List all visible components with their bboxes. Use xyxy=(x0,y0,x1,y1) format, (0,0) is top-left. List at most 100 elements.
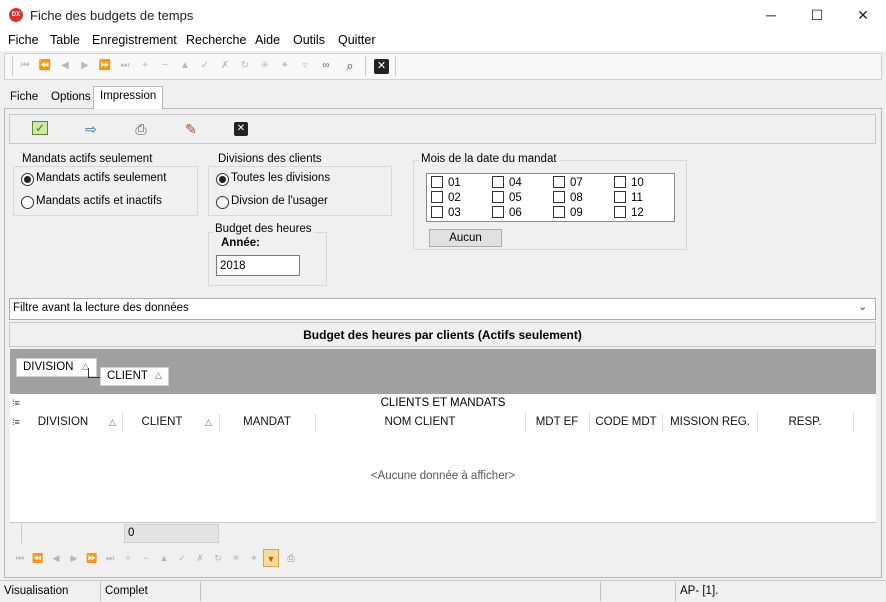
export-icon[interactable]: ⇨ xyxy=(82,120,100,138)
cancel-icon[interactable]: ✗ xyxy=(192,549,208,567)
sort-asc-icon: △ xyxy=(155,370,162,380)
menu-enregistrement[interactable]: Enregistrement xyxy=(92,33,177,47)
month-checkbox-03[interactable] xyxy=(431,206,443,218)
maximize-button[interactable]: ☐ xyxy=(794,0,840,31)
delete-icon[interactable]: − xyxy=(156,57,174,75)
month-checkbox-08[interactable] xyxy=(553,191,565,203)
month-checkbox-09[interactable] xyxy=(553,206,565,218)
asterisk-multi-icon[interactable]: ✴ xyxy=(246,549,262,567)
column-header-nom-client[interactable]: NOM CLIENT xyxy=(316,416,524,432)
radio-label[interactable]: Toutes les divisions xyxy=(231,172,330,184)
menu-outils[interactable]: Outils xyxy=(293,33,325,47)
divisions-group-title: Divisions des clients xyxy=(216,153,324,165)
radio-mandats-actifs-inactifs[interactable] xyxy=(21,196,34,209)
edit-icon[interactable]: ▲ xyxy=(176,57,194,75)
prev-record-icon[interactable]: ◀ xyxy=(48,549,64,567)
mois-group-title: Mois de la date du mandat xyxy=(419,153,559,165)
status-empty xyxy=(601,582,676,601)
month-checkbox-06[interactable] xyxy=(492,206,504,218)
filter-icon[interactable]: ▼ xyxy=(263,549,279,567)
cancel-icon[interactable]: ✗ xyxy=(216,57,234,75)
radio-toutes-divisions[interactable] xyxy=(216,173,229,186)
empty-message: <Aucune donnée à afficher> xyxy=(370,470,516,482)
close-icon[interactable]: ✕ xyxy=(234,122,248,136)
month-label: 05 xyxy=(509,192,522,204)
tab-options[interactable]: Options xyxy=(45,88,97,108)
post-icon[interactable]: ✓ xyxy=(196,57,214,75)
column-header-mission-reg[interactable]: MISSION REG. xyxy=(663,416,757,432)
radio-label[interactable]: Divsion de l'usager xyxy=(231,195,328,207)
refresh-icon[interactable]: ↻ xyxy=(236,57,254,75)
menu-aide[interactable]: Aide xyxy=(255,33,280,47)
radio-label[interactable]: Mandats actifs seulement xyxy=(36,172,166,184)
close-icon[interactable]: ✕ xyxy=(374,59,389,74)
app-icon: DX xyxy=(9,8,23,22)
menu-quitter[interactable]: Quitter xyxy=(338,33,376,47)
month-checkbox-02[interactable] xyxy=(431,191,443,203)
footer-count: 0 xyxy=(124,524,219,543)
print-icon[interactable]: ⎙ xyxy=(132,120,150,138)
radio-label[interactable]: Mandats actifs et inactifs xyxy=(36,195,162,207)
aucun-button[interactable]: Aucun xyxy=(429,229,502,247)
asterisk-icon[interactable]: ✳ xyxy=(228,549,244,567)
month-label: 10 xyxy=(631,177,644,189)
month-checkbox-11[interactable] xyxy=(614,191,626,203)
column-header-mandat[interactable]: MANDAT xyxy=(220,416,314,432)
filter-label: Filtre avant la lecture des données xyxy=(13,302,189,314)
close-window-button[interactable]: ✕ xyxy=(840,0,886,31)
filter-icon[interactable]: ▿ xyxy=(296,57,314,75)
chevron-down-icon[interactable]: ⌄ xyxy=(858,300,867,313)
first-record-icon[interactable]: ⏮ xyxy=(16,57,34,75)
column-header-mdt-ef[interactable]: MDT EF xyxy=(526,416,588,432)
month-checkbox-01[interactable] xyxy=(431,176,443,188)
toolbar-separator xyxy=(395,56,396,76)
month-label: 06 xyxy=(509,207,522,219)
insert-icon[interactable]: + xyxy=(136,57,154,75)
radio-division-usager[interactable] xyxy=(216,196,229,209)
column-header-code-mdt[interactable]: CODE MDT xyxy=(590,416,662,432)
first-record-icon[interactable]: ⏮ xyxy=(12,549,28,567)
tab-impression[interactable]: Impression xyxy=(93,86,164,109)
next-record-icon[interactable]: ▶ xyxy=(76,57,94,75)
delete-icon[interactable]: − xyxy=(138,549,154,567)
check-icon[interactable]: ✓ xyxy=(32,121,48,135)
month-checkbox-07[interactable] xyxy=(553,176,565,188)
month-checkbox-12[interactable] xyxy=(614,206,626,218)
edit-icon[interactable]: ▲ xyxy=(156,549,172,567)
prev-page-icon[interactable]: ⏪ xyxy=(36,57,54,75)
radio-mandats-actifs[interactable] xyxy=(21,173,34,186)
asterisk-icon[interactable]: ✳ xyxy=(256,57,274,75)
print-icon[interactable]: ⎙ xyxy=(283,549,299,567)
column-header-resp[interactable]: RESP. xyxy=(758,416,852,432)
column-header-client[interactable]: CLIENT xyxy=(124,416,200,432)
month-checkbox-04[interactable] xyxy=(492,176,504,188)
menu-fiche[interactable]: Fiche xyxy=(8,33,39,47)
month-checkbox-10[interactable] xyxy=(614,176,626,188)
year-label: Année: xyxy=(221,237,260,249)
insert-icon[interactable]: + xyxy=(120,549,136,567)
month-label: 11 xyxy=(631,192,643,204)
post-icon[interactable]: ✓ xyxy=(174,549,190,567)
menu-recherche[interactable]: Recherche xyxy=(186,33,246,47)
year-field[interactable] xyxy=(216,255,300,276)
prev-page-icon[interactable]: ⏪ xyxy=(30,549,46,567)
search-icon[interactable]: ⌕ xyxy=(341,57,359,75)
prev-record-icon[interactable]: ◀ xyxy=(56,57,74,75)
binoculars-icon[interactable]: ∞ xyxy=(317,57,335,75)
next-page-icon[interactable]: ⏩ xyxy=(96,57,114,75)
minimize-button[interactable]: ─ xyxy=(748,0,794,31)
next-page-icon[interactable]: ⏩ xyxy=(84,549,100,567)
next-record-icon[interactable]: ▶ xyxy=(66,549,82,567)
refresh-icon[interactable]: ↻ xyxy=(210,549,226,567)
group-chip-label: DIVISION xyxy=(23,361,74,373)
last-record-icon[interactable]: ⏭ xyxy=(102,549,118,567)
brush-icon[interactable]: ✎ xyxy=(182,120,200,138)
column-header-division[interactable]: DIVISION xyxy=(26,416,100,432)
tab-fiche[interactable]: Fiche xyxy=(4,88,44,108)
band-header: CLIENTS ET MANDATS xyxy=(380,397,506,409)
last-record-icon[interactable]: ⏭ xyxy=(116,57,134,75)
asterisk-multi-icon[interactable]: ✴ xyxy=(276,57,294,75)
column-menu-icon[interactable]: ⁞≡ xyxy=(12,417,20,427)
month-checkbox-05[interactable] xyxy=(492,191,504,203)
menu-table[interactable]: Table xyxy=(50,33,80,47)
